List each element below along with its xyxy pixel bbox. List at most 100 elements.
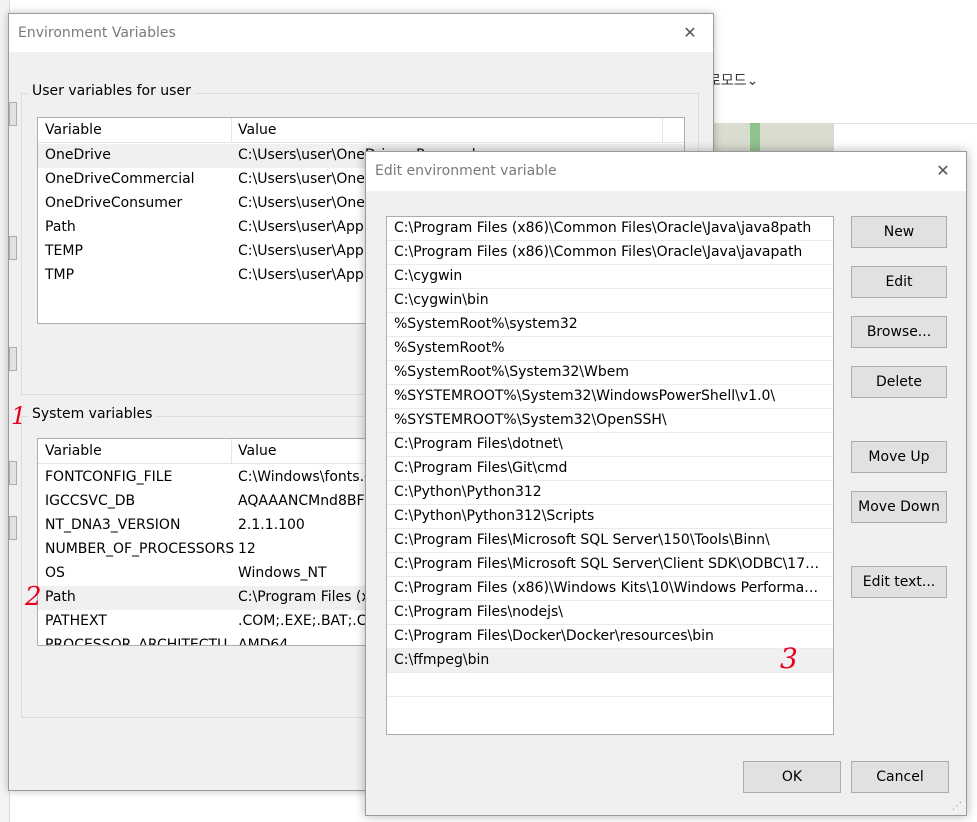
- var-value: C:\Program Files (x8: [238, 589, 379, 605]
- path-entry[interactable]: C:\Python\Python312: [387, 481, 833, 505]
- var-value: C:\Users\user\AppD: [238, 219, 375, 235]
- var-name: NT_DNA3_VERSION: [45, 517, 181, 533]
- side-button-fragment[interactable]: [9, 347, 17, 371]
- user-list-header: Variable Value: [38, 118, 684, 143]
- edit-titlebar: Edit environment variable ✕: [366, 152, 966, 191]
- background-divider: [834, 123, 977, 124]
- annotation-3: 3: [780, 642, 798, 675]
- path-entry[interactable]: C:\Program Files (x86)\Windows Kits\10\W…: [387, 577, 833, 601]
- var-name: OneDrive: [45, 147, 111, 163]
- path-entry-text: %SystemRoot%\system32: [394, 316, 578, 332]
- path-entry[interactable]: C:\Program Files\nodejs\: [387, 601, 833, 625]
- path-entry[interactable]: C:\Python\Python312\Scripts: [387, 505, 833, 529]
- side-button-fragment[interactable]: [9, 461, 17, 485]
- path-entry-text: C:\Program Files\Docker\Docker\resources…: [394, 628, 714, 644]
- path-entry-text: C:\ffmpeg\bin: [394, 652, 490, 668]
- var-name: OS: [45, 565, 65, 581]
- path-entry-text: C:\Program Files\Microsoft SQL Server\Cl…: [394, 556, 827, 572]
- path-entry[interactable]: C:\Program Files\Microsoft SQL Server\Cl…: [387, 553, 833, 577]
- var-value: C:\Users\user\AppD: [238, 267, 375, 283]
- delete-button[interactable]: Delete: [851, 366, 947, 398]
- path-entry[interactable]: C:\Program Files (x86)\Common Files\Orac…: [387, 217, 833, 241]
- path-entries-list[interactable]: C:\Program Files (x86)\Common Files\Orac…: [386, 216, 834, 735]
- path-entry[interactable]: C:\cygwin\bin: [387, 289, 833, 313]
- env-dialog-title: Environment Variables: [18, 25, 176, 41]
- system-variables-label: System variables: [29, 406, 156, 422]
- var-value: .COM;.EXE;.BAT;.CM: [238, 613, 379, 629]
- edit-dialog-title: Edit environment variable: [375, 163, 557, 179]
- var-value: C:\Users\user\AppD: [238, 243, 375, 259]
- move-up-button[interactable]: Move Up: [851, 441, 947, 473]
- path-entry-text: %SYSTEMROOT%\System32\OpenSSH\: [394, 412, 667, 428]
- column-variable[interactable]: Variable: [45, 122, 102, 138]
- var-name: PROCESSOR_ARCHITECTU: [45, 637, 228, 646]
- path-entry[interactable]: C:\Program Files\Docker\Docker\resources…: [387, 625, 833, 649]
- path-entry[interactable]: %SystemRoot%\System32\Wbem: [387, 361, 833, 385]
- path-entry-text: C:\Program Files\dotnet\: [394, 436, 563, 452]
- var-name: NUMBER_OF_PROCESSORS: [45, 541, 235, 557]
- var-name: TEMP: [45, 243, 83, 259]
- var-name: OneDriveConsumer: [45, 195, 183, 211]
- path-entry[interactable]: C:\Program Files (x86)\Common Files\Orac…: [387, 241, 833, 265]
- path-entry-text: C:\Program Files (x86)\Common Files\Orac…: [394, 244, 803, 260]
- var-name: OneDriveCommercial: [45, 171, 195, 187]
- var-name: TMP: [45, 267, 75, 283]
- path-entry-text: C:\Python\Python312: [394, 484, 542, 500]
- annotation-2: 2: [25, 582, 42, 612]
- move-down-button[interactable]: Move Down: [851, 491, 947, 523]
- path-entry[interactable]: C:\cygwin: [387, 265, 833, 289]
- path-entry-text: C:\cygwin\bin: [394, 292, 489, 308]
- path-entry-empty[interactable]: [387, 673, 833, 697]
- path-entry-text: C:\Program Files (x86)\Windows Kits\10\W…: [394, 580, 827, 596]
- var-value: 2.1.1.100: [238, 517, 305, 533]
- path-entry-text: C:\Program Files\nodejs\: [394, 604, 564, 620]
- var-value: C:\Users\user\OneD: [238, 195, 376, 211]
- var-value: C:\Users\user\OneD: [238, 171, 376, 187]
- edit-text-button[interactable]: Edit text...: [851, 566, 947, 598]
- path-entry[interactable]: %SystemRoot%\system32: [387, 313, 833, 337]
- var-name: IGCCSVC_DB: [45, 493, 136, 509]
- browse-button[interactable]: Browse...: [851, 316, 947, 348]
- path-entry[interactable]: C:\Program Files\Git\cmd: [387, 457, 833, 481]
- annotation-1: 1: [11, 402, 27, 430]
- var-value: C:\Windows\fonts.c: [238, 469, 372, 485]
- var-value: 12: [238, 541, 256, 557]
- edit-close-icon[interactable]: ✕: [920, 152, 966, 190]
- column-value[interactable]: Value: [238, 443, 276, 459]
- side-button-fragment[interactable]: [9, 236, 17, 260]
- path-entry[interactable]: %SYSTEMROOT%\System32\WindowsPowerShell\…: [387, 385, 833, 409]
- ok-button[interactable]: OK: [743, 761, 841, 793]
- path-entry-text: C:\Program Files\Git\cmd: [394, 460, 568, 476]
- path-entry[interactable]: %SystemRoot%: [387, 337, 833, 361]
- side-button-fragment[interactable]: [9, 516, 17, 540]
- var-value: Windows_NT: [238, 565, 327, 581]
- edit-button[interactable]: Edit: [851, 266, 947, 298]
- path-entry-text: C:\cygwin: [394, 268, 463, 284]
- edit-environment-variable-dialog: Edit environment variable ✕ C:\Program F…: [365, 151, 967, 816]
- cancel-button[interactable]: Cancel: [851, 761, 949, 793]
- background-menu-text: 로모드⌄: [708, 73, 759, 89]
- path-entry-text: %SystemRoot%: [394, 340, 505, 356]
- var-name: FONTCONFIG_FILE: [45, 469, 173, 485]
- var-name: Path: [45, 589, 76, 605]
- column-value[interactable]: Value: [238, 122, 276, 138]
- var-name: PATHEXT: [45, 613, 107, 629]
- resize-grip-icon[interactable]: ⋰: [952, 801, 964, 813]
- new-button[interactable]: New: [851, 216, 947, 248]
- column-variable[interactable]: Variable: [45, 443, 102, 459]
- path-entry-text: %SYSTEMROOT%\System32\WindowsPowerShell\…: [394, 388, 776, 404]
- env-titlebar: Environment Variables ✕: [9, 14, 713, 52]
- var-value: AQAAANCMnd8BFd: [238, 493, 374, 509]
- side-button-fragment[interactable]: [9, 102, 17, 126]
- path-entry-text: %SystemRoot%\System32\Wbem: [394, 364, 629, 380]
- path-entry-text: C:\Python\Python312\Scripts: [394, 508, 595, 524]
- path-entry[interactable]: C:\Program Files\dotnet\: [387, 433, 833, 457]
- path-entry-text: C:\Program Files (x86)\Common Files\Orac…: [394, 220, 812, 236]
- path-entry[interactable]: C:\Program Files\Microsoft SQL Server\15…: [387, 529, 833, 553]
- path-entry[interactable]: %SYSTEMROOT%\System32\OpenSSH\: [387, 409, 833, 433]
- user-variables-label: User variables for user: [29, 83, 194, 99]
- var-value: AMD64: [238, 637, 289, 646]
- env-close-icon[interactable]: ✕: [667, 14, 713, 52]
- path-entry-selected[interactable]: C:\ffmpeg\bin: [387, 649, 833, 673]
- path-entry-text: C:\Program Files\Microsoft SQL Server\15…: [394, 532, 770, 548]
